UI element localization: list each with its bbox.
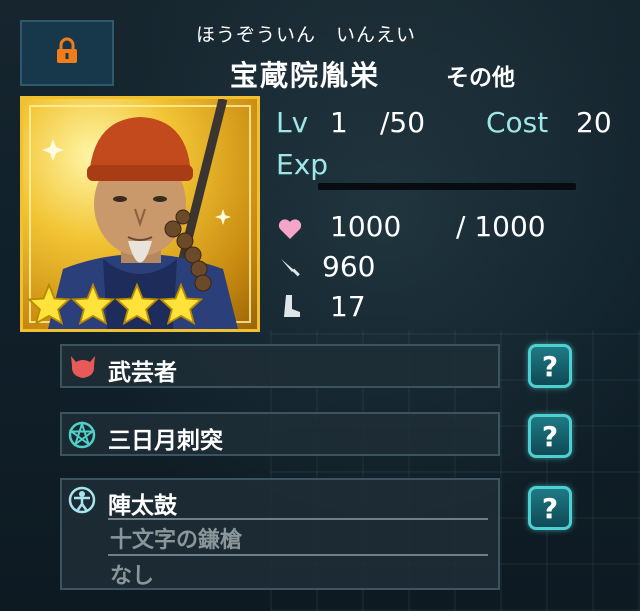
cost-label: Cost — [486, 106, 549, 139]
help-button-skill-1[interactable]: ? — [528, 344, 572, 388]
skill-label: 三日月刺突 — [108, 428, 223, 454]
skill-slot-3[interactable]: 陣太鼓 十文字の鎌槍 なし — [60, 478, 500, 590]
heart-icon — [278, 218, 302, 244]
character-name: 宝蔵院胤栄 — [230, 59, 381, 92]
skill-label: 武芸者 — [108, 360, 177, 386]
level-max: /50 — [380, 106, 426, 139]
padlock-icon — [52, 36, 82, 70]
demon-helmet-icon — [68, 354, 98, 384]
help-button-skill-3[interactable]: ? — [528, 486, 572, 530]
level-value: 1 — [330, 106, 348, 139]
help-button-skill-2[interactable]: ? — [528, 414, 572, 458]
name-furigana: ほうぞういん いんえい — [196, 24, 417, 46]
star-icon — [115, 283, 159, 325]
star-icon — [71, 283, 115, 325]
attack-value: 960 — [322, 250, 376, 283]
sub-skill-1: 十文字の鎌槍 — [110, 528, 243, 553]
person-circle-icon — [68, 486, 96, 518]
exp-bar — [318, 183, 576, 190]
pentagram-icon — [68, 420, 96, 453]
sub-skill-2: なし — [110, 564, 155, 589]
speed-value: 17 — [330, 290, 366, 323]
rarity-stars — [27, 283, 203, 325]
level-label: Lv — [276, 106, 309, 139]
divider — [108, 518, 488, 520]
faction-label: その他 — [446, 65, 515, 91]
character-portrait[interactable] — [20, 96, 260, 332]
boot-icon — [280, 294, 302, 322]
exp-label: Exp — [276, 148, 329, 181]
star-icon — [27, 283, 71, 325]
skill-label: 陣太鼓 — [108, 493, 177, 519]
lock-button[interactable] — [20, 20, 114, 86]
cost-value: 20 — [576, 106, 612, 139]
hp-current: 1000 — [330, 210, 402, 243]
skill-slot-1[interactable]: 武芸者 — [60, 344, 500, 388]
star-icon — [159, 283, 203, 325]
skill-slot-2[interactable]: 三日月刺突 — [60, 412, 500, 456]
sword-icon — [278, 256, 302, 284]
hp-max: / 1000 — [456, 210, 546, 243]
divider — [108, 554, 488, 556]
